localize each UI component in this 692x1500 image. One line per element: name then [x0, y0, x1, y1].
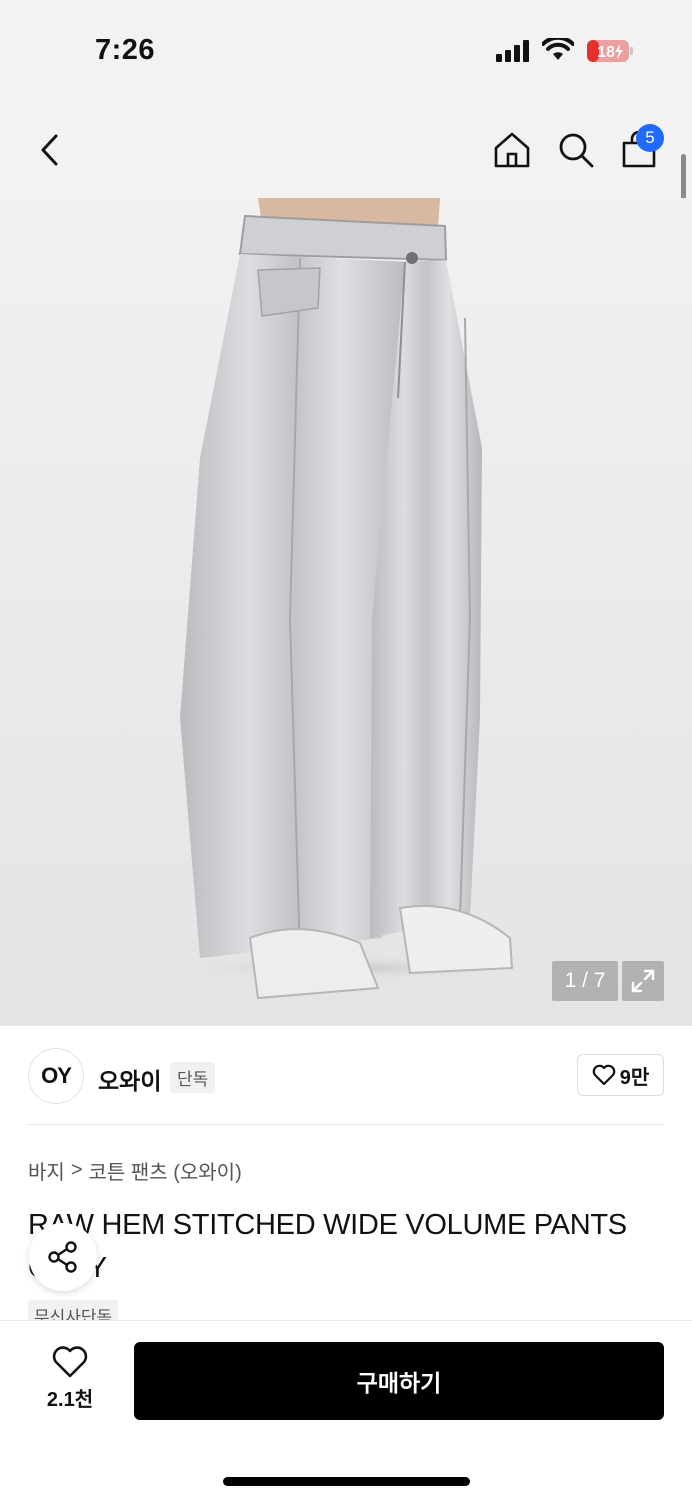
breadcrumb-subcategory[interactable]: 코튼 팬츠 (오와이) — [89, 1156, 242, 1185]
buy-button[interactable]: 구매하기 — [134, 1342, 664, 1420]
image-page-counter: 1 / 7 — [552, 961, 618, 1001]
brand-name[interactable]: 오와이 — [98, 1062, 161, 1096]
exclusive-badge: 단독 — [170, 1062, 216, 1093]
share-icon — [48, 1241, 77, 1273]
status-bar: 7:26 18 — [0, 0, 692, 100]
heart-icon — [592, 1064, 616, 1086]
product-image-gallery[interactable]: › — [0, 198, 692, 1026]
share-button[interactable] — [29, 1223, 97, 1291]
nav-bar: 5 — [0, 100, 692, 198]
brand-like-count: 9만 — [619, 1066, 650, 1089]
home-button[interactable] — [490, 128, 534, 172]
expand-image-button[interactable] — [622, 961, 664, 1001]
product-title: RAW HEM STITCHED WIDE VOLUME PANTS GRAY — [28, 1209, 627, 1284]
musinsa-exclusive-tag: 무신사단독 — [28, 1300, 119, 1322]
cart-button[interactable]: 5 — [616, 124, 664, 172]
product-image — [160, 198, 540, 1000]
battery-level: 18 — [597, 44, 615, 61]
breadcrumb-category[interactable]: 바지 — [28, 1156, 65, 1185]
battery-icon: 18 — [587, 40, 633, 62]
back-button[interactable] — [28, 128, 72, 172]
breadcrumb-separator: > — [70, 1159, 83, 1181]
search-icon — [559, 133, 594, 168]
home-indicator[interactable] — [223, 1477, 470, 1486]
back-icon — [41, 134, 58, 166]
home-icon — [494, 132, 530, 168]
expand-icon — [631, 969, 655, 993]
search-button[interactable] — [554, 128, 598, 172]
wishlist-button[interactable]: 2.1천 — [30, 1345, 110, 1415]
wishlist-count: 2.1천 — [46, 1389, 94, 1411]
heart-icon — [52, 1346, 88, 1378]
wifi-icon — [542, 38, 574, 60]
bottom-action-bar: 2.1천 구매하기 — [0, 1320, 692, 1500]
status-time: 7:26 — [95, 34, 156, 66]
divider — [28, 1124, 664, 1125]
brand-like-button[interactable]: 9만 — [577, 1054, 664, 1096]
cart-count-badge: 5 — [636, 124, 664, 152]
signal-icon — [496, 40, 529, 62]
breadcrumb: 바지 > 코튼 팬츠 (오와이) — [28, 1156, 242, 1185]
brand-row: OY 오와이 단독 9만 — [0, 1026, 692, 1126]
brand-logo[interactable]: OY — [28, 1048, 84, 1104]
